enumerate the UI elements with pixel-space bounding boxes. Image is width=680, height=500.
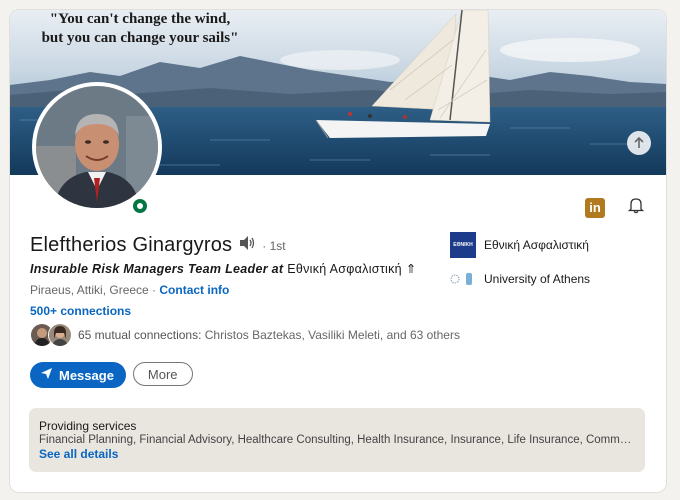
headline: Insurable Risk Managers Team Leader at Ε… <box>30 261 417 276</box>
avatar <box>48 323 72 347</box>
contact-info-link[interactable]: Contact info <box>159 283 229 297</box>
bell-icon[interactable] <box>627 196 645 219</box>
mutual-connections[interactable]: 65 mutual connections: Christos Baztekas… <box>30 323 460 347</box>
separator: · <box>148 283 160 297</box>
experience-education: ΕΘΝΙΚΗ Εθνική Ασφαλιστική University of … <box>450 232 590 300</box>
avatar <box>36 86 158 208</box>
send-icon <box>40 367 53 383</box>
message-button[interactable]: Message <box>30 362 126 388</box>
name-row: Eleftherios Ginargyros · 1st <box>30 234 286 257</box>
profile-card: "You can't change the wind, but you can … <box>10 10 666 492</box>
message-label: Message <box>59 367 114 383</box>
connections-link[interactable]: 500+ connections <box>30 304 131 318</box>
experience-name: Εθνική Ασφαλιστική <box>484 238 589 252</box>
mutual-count: 65 mutual connections: <box>78 328 202 342</box>
top-actions: in <box>585 196 645 219</box>
services-list: Financial Planning, Financial Advisory, … <box>39 434 633 446</box>
more-button[interactable]: More <box>132 362 193 386</box>
headline-role: Insurable Risk Managers Team Leader at <box>30 262 284 276</box>
providing-services: Providing services Financial Planning, F… <box>29 408 645 472</box>
experience-item[interactable]: ΕΘΝΙΚΗ Εθνική Ασφαλιστική <box>450 232 590 258</box>
company-logo: ΕΘΝΙΚΗ <box>450 232 476 258</box>
upload-photo-icon[interactable] <box>627 131 651 155</box>
education-item[interactable]: University of Athens <box>450 266 590 292</box>
headline-company: Εθνική Ασφαλιστική <box>287 262 402 276</box>
banner-quote-line: but you can change your sails" <box>41 30 239 46</box>
linkedin-icon[interactable]: in <box>585 197 605 218</box>
speaker-icon[interactable] <box>238 235 256 256</box>
education-name: University of Athens <box>484 272 591 286</box>
arrow-up-icon: ⇑ <box>405 262 417 276</box>
connection-degree: · 1st <box>262 238 286 253</box>
action-buttons: Message More <box>30 362 193 388</box>
online-status-icon <box>129 195 151 217</box>
mutual-avatars <box>30 323 72 347</box>
banner-quote-line: "You can't change the wind, <box>49 11 231 27</box>
location-text: Piraeus, Attiki, Greece <box>30 283 149 297</box>
profile-name: Eleftherios Ginargyros <box>30 234 233 256</box>
see-all-details-link[interactable]: See all details <box>39 447 645 461</box>
location-row: Piraeus, Attiki, Greece · Contact info <box>30 283 229 297</box>
banner-quote: "You can't change the wind, but you can … <box>30 10 250 48</box>
services-title: Providing services <box>39 419 137 433</box>
mutual-names: Christos Baztekas, Vasiliki Meleti, and … <box>201 328 460 342</box>
university-logo <box>450 266 476 292</box>
profile-photo[interactable] <box>32 82 162 212</box>
